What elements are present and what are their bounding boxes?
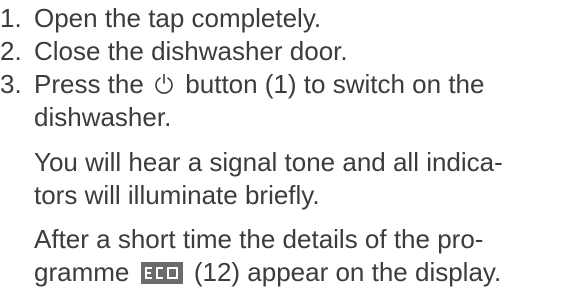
instruction-steps: 1. Open the tap completely. 2. Close the d… xyxy=(0,0,579,289)
step-text: Open the tap completely. xyxy=(34,3,322,33)
step-text: Close the dishwasher door. xyxy=(34,36,348,66)
paragraph-text-after-icon: (12) appear on the display. xyxy=(193,257,502,287)
paragraph-display-line-2: gramme (12) appear on the display. xyxy=(0,255,501,289)
step-text-after-icon: button (1) to switch on the xyxy=(185,69,485,99)
paragraph-signal-line-1: You will hear a signal tone and all indi… xyxy=(34,147,503,177)
paragraph-display-line-1: After a short time the details of the pr… xyxy=(34,224,484,254)
paragraph-signal-line-2: tors will illuminate briefly. xyxy=(34,180,320,210)
step-number: 2. xyxy=(0,36,22,66)
power-button-icon xyxy=(153,69,175,94)
step-number: 1. xyxy=(0,3,22,33)
step-3-continuation: dishwasher. xyxy=(34,102,172,132)
step-number: 3. xyxy=(0,69,22,99)
paragraph-text-before-icon: gramme xyxy=(34,257,130,287)
step-2: 2. Close the dishwasher door. xyxy=(0,34,348,68)
step-1: 1. Open the tap completely. xyxy=(0,1,321,35)
step-3: 3. Press the button (1) to switch on the xyxy=(0,67,484,101)
step-text-before-icon: Press the xyxy=(34,69,144,99)
eco-programme-icon xyxy=(140,262,183,284)
